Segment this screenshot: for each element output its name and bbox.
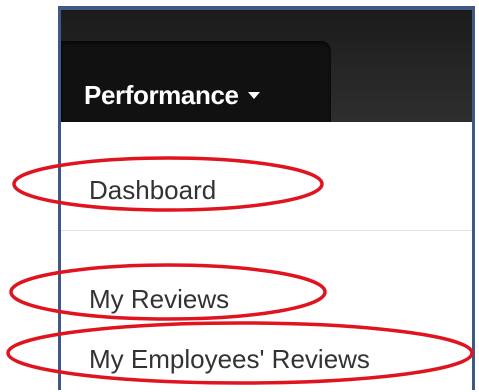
menu-item-label: My Reviews [89, 284, 230, 314]
navbar: Performance [61, 10, 472, 122]
performance-dropdown-menu: Dashboard My Reviews My Employees' Revie… [61, 122, 472, 390]
screenshot-frame: Performance Dashboard My Reviews My Empl… [58, 6, 475, 390]
performance-menu-label: Performance [84, 80, 239, 110]
performance-menu-button[interactable]: Performance [84, 80, 260, 110]
caret-down-icon [247, 91, 260, 99]
menu-item-label: Dashboard [89, 175, 217, 205]
menu-divider [61, 230, 472, 231]
menu-item-label: My Employees' Reviews [89, 344, 370, 374]
